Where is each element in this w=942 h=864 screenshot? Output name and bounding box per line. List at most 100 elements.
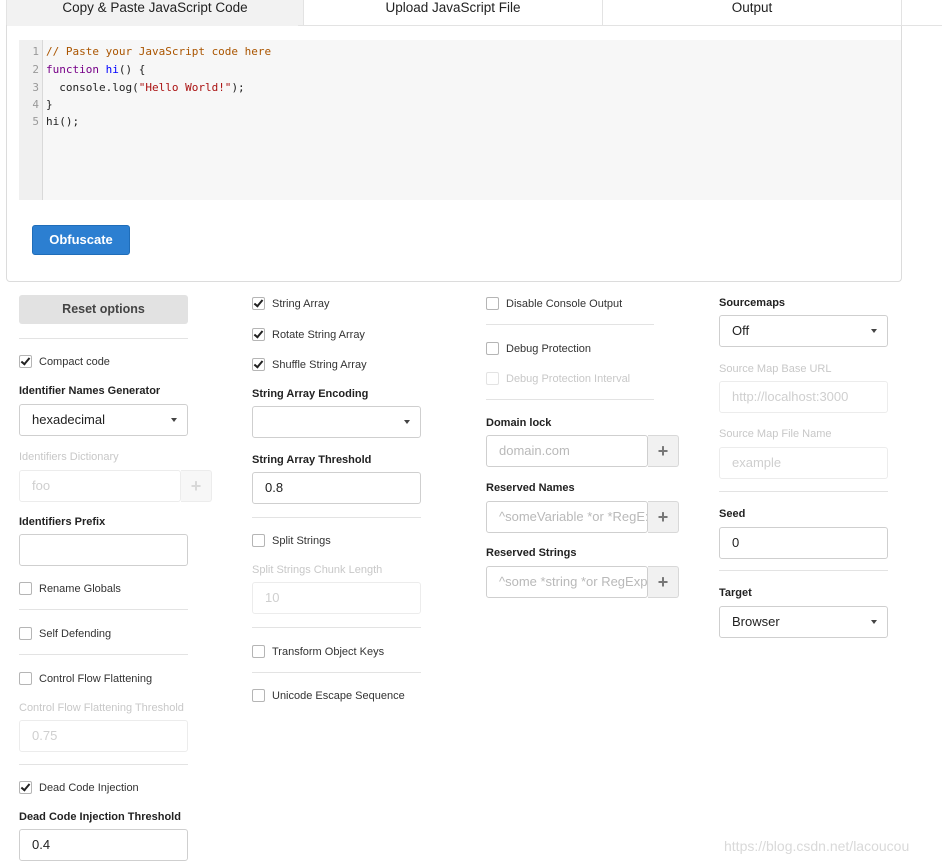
divider — [19, 654, 188, 655]
identifiers-prefix-input[interactable] — [19, 534, 188, 566]
dead-code-injection-option[interactable]: Dead Code Injection — [19, 781, 139, 794]
checkbox-checked[interactable] — [252, 358, 265, 371]
control-flow-flattening-option[interactable]: Control Flow Flattening — [19, 672, 152, 685]
check-icon — [20, 355, 31, 366]
checkbox[interactable] — [486, 342, 499, 355]
sourcemaps-select[interactable]: Off — [719, 315, 888, 347]
checkbox-checked[interactable] — [19, 781, 32, 794]
rename-globals-label: Rename Globals — [39, 582, 121, 595]
seed-label: Seed — [719, 508, 746, 520]
split-strings-chunk-length-input[interactable]: 10 — [252, 582, 421, 614]
line-number: 2 — [32, 63, 39, 76]
identifiers-dictionary-input[interactable]: foo — [19, 470, 181, 502]
tab-copy-paste[interactable]: Copy & Paste JavaScript Code — [6, 0, 304, 26]
code-function-name: hi — [105, 63, 119, 76]
check-icon — [253, 358, 264, 369]
shuffle-string-array-label: Shuffle String Array — [272, 358, 367, 371]
control-flow-threshold-input[interactable]: 0.75 — [19, 720, 188, 752]
string-array-threshold-input[interactable]: 0.8 — [252, 472, 421, 504]
divider — [719, 570, 888, 571]
dead-code-threshold-input[interactable]: 0.4 — [19, 829, 188, 861]
obfuscate-button[interactable]: Obfuscate — [32, 225, 130, 255]
domain-lock-input[interactable]: domain.com — [486, 435, 648, 467]
self-defending-option[interactable]: Self Defending — [19, 627, 111, 640]
input-value: 0.4 — [32, 837, 51, 852]
identifier-names-generator-label: Identifier Names Generator — [19, 385, 161, 397]
input-placeholder: ^someVariable *or *RegE: — [499, 509, 648, 524]
divider — [19, 609, 188, 610]
rotate-string-array-option[interactable]: Rotate String Array — [252, 328, 365, 341]
string-array-encoding-label: String Array Encoding — [252, 388, 369, 400]
input-placeholder: ^some *string *or RegExp — [499, 574, 648, 589]
select-value: Off — [732, 323, 750, 338]
split-strings-option[interactable]: Split Strings — [252, 534, 331, 547]
compact-code-option[interactable]: Compact code — [19, 355, 110, 368]
checkbox[interactable] — [486, 297, 499, 310]
source-map-base-url-input[interactable]: http://localhost:3000 — [719, 381, 888, 413]
caret-down-icon — [871, 329, 877, 333]
target-select[interactable]: Browser — [719, 606, 888, 638]
code-line: hi(); — [46, 115, 80, 128]
line-number: 3 — [32, 81, 39, 94]
checkbox[interactable] — [19, 627, 32, 640]
rename-globals-option[interactable]: Rename Globals — [19, 582, 121, 595]
checkbox[interactable] — [19, 672, 32, 685]
add-domain-button[interactable]: + — [648, 435, 679, 467]
reserved-strings-input[interactable]: ^some *string *or RegExp — [486, 566, 648, 598]
check-icon — [253, 297, 264, 308]
self-defending-label: Self Defending — [39, 627, 112, 640]
reserved-names-input[interactable]: ^someVariable *or *RegE: — [486, 501, 648, 533]
checkbox[interactable] — [19, 582, 32, 595]
debug-protection-label: Debug Protection — [506, 342, 591, 355]
divider — [19, 764, 188, 765]
checkbox[interactable] — [252, 689, 265, 702]
divider — [252, 517, 421, 518]
checkbox-checked[interactable] — [19, 355, 32, 368]
caret-down-icon — [171, 418, 177, 422]
divider — [719, 491, 888, 492]
input-placeholder: foo — [32, 478, 51, 493]
disable-console-output-option[interactable]: Disable Console Output — [486, 297, 622, 310]
input-value: 0.8 — [265, 480, 284, 495]
checkbox[interactable] — [252, 534, 265, 547]
rotate-string-array-label: Rotate String Array — [272, 328, 365, 341]
reset-options-button[interactable]: Reset options — [19, 295, 188, 324]
check-icon — [253, 328, 264, 339]
identifier-names-generator-select[interactable]: hexadecimal — [19, 404, 188, 436]
tab-upload[interactable]: Upload JavaScript File — [304, 0, 603, 26]
domain-lock-label: Domain lock — [486, 417, 552, 429]
tab-output[interactable]: Output — [603, 0, 902, 26]
code-editor[interactable]: 1 2 3 4 5 // Paste your JavaScript code … — [19, 40, 901, 200]
split-strings-label: Split Strings — [272, 534, 331, 547]
code-line: function hi() { — [46, 63, 145, 76]
string-array-option[interactable]: String Array — [252, 297, 329, 310]
line-number: 5 — [32, 115, 39, 128]
code-line: // Paste your JavaScript code here — [46, 45, 272, 58]
control-flow-threshold-label: Control Flow Flattening Threshold — [19, 702, 184, 714]
checkbox-checked[interactable] — [252, 297, 265, 310]
checkbox[interactable] — [486, 372, 499, 385]
seed-input[interactable]: 0 — [719, 527, 888, 559]
debug-protection-option[interactable]: Debug Protection — [486, 342, 591, 355]
input-value: 0.75 — [32, 728, 58, 743]
transform-object-keys-option[interactable]: Transform Object Keys — [252, 645, 384, 658]
add-dictionary-button[interactable]: + — [181, 470, 212, 502]
add-reserved-string-button[interactable]: + — [648, 566, 679, 598]
input-value: 10 — [265, 590, 280, 605]
checkbox-checked[interactable] — [252, 328, 265, 341]
tab-bar: Copy & Paste JavaScript Code Upload Java… — [6, 0, 902, 26]
source-map-file-name-input[interactable]: example — [719, 447, 888, 479]
input-placeholder: example — [732, 455, 782, 470]
unicode-escape-sequence-option[interactable]: Unicode Escape Sequence — [252, 689, 405, 702]
code-string: "Hello World!" — [138, 81, 232, 94]
caret-down-icon — [404, 420, 410, 424]
debug-protection-interval-label: Debug Protection Interval — [506, 372, 631, 385]
add-reserved-name-button[interactable]: + — [648, 501, 679, 533]
string-array-encoding-select[interactable] — [252, 406, 421, 438]
code-keyword: function — [46, 63, 99, 76]
checkbox[interactable] — [252, 645, 265, 658]
debug-protection-interval-option[interactable]: Debug Protection Interval — [486, 372, 630, 385]
string-array-threshold-label: String Array Threshold — [252, 454, 372, 466]
compact-code-label: Compact code — [39, 355, 110, 368]
shuffle-string-array-option[interactable]: Shuffle String Array — [252, 358, 367, 371]
